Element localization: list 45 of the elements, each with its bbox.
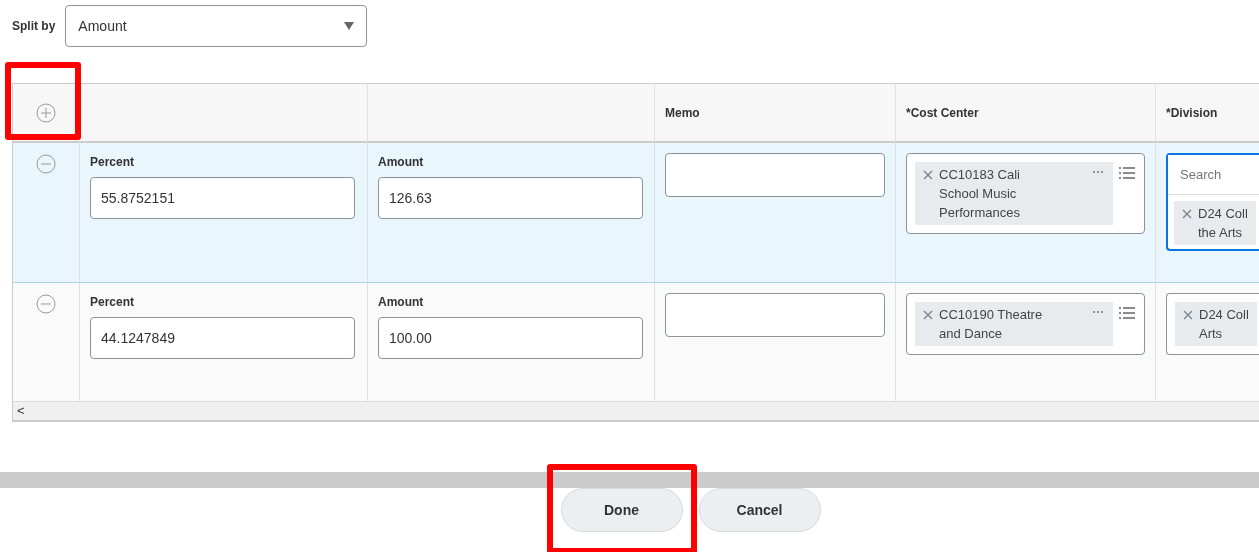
division-field[interactable]: D24 Coll Arts [1166, 293, 1259, 355]
list-icon[interactable] [1119, 166, 1135, 180]
remove-icon[interactable] [1183, 310, 1193, 320]
horizontal-scrollbar[interactable]: < [13, 402, 1259, 422]
split-by-dropdown[interactable]: Amount [65, 5, 368, 47]
column-header: *Cost Center [906, 104, 979, 122]
selected-value-chip[interactable]: D24 Coll Arts [1175, 302, 1257, 346]
chip-text: D24 Coll the Arts [1198, 205, 1248, 242]
percent-field[interactable]: 44.1247849 [90, 317, 355, 359]
percent-field[interactable]: 55.8752151 [90, 177, 355, 219]
column-header: *Division [1166, 104, 1218, 122]
field-label: Percent [90, 154, 136, 171]
memo-field[interactable] [665, 153, 885, 197]
split-by-label: Split by [12, 18, 56, 35]
chip-text: CC10183 Cali School Music Performances [939, 166, 1021, 222]
add-row-icon[interactable] [36, 102, 56, 123]
search-field[interactable]: Search [1168, 155, 1259, 195]
selected-value-chip[interactable]: D24 Coll the Arts [1174, 201, 1256, 245]
field-label: Amount [378, 294, 425, 311]
chip-text: CC10190 Theatre and Dance [939, 306, 1044, 343]
field-label: Amount [378, 154, 425, 171]
remove-icon[interactable] [923, 310, 933, 320]
memo-field[interactable] [665, 293, 885, 337]
amount-field[interactable]: 100.00 [378, 317, 643, 359]
column-header: Memo [665, 104, 700, 122]
selected-value-chip[interactable]: CC10183 Cali School Music Performances [915, 162, 1113, 225]
action-button[interactable]: Done [560, 488, 683, 532]
remove-icon[interactable] [923, 170, 933, 180]
cost-center-field[interactable]: CC10190 Theatre and Dance [906, 293, 1145, 355]
dropdown-arrow-icon [344, 22, 355, 30]
field-label: Percent [90, 294, 136, 311]
remove-row-icon[interactable] [36, 153, 56, 174]
remove-icon[interactable] [1182, 209, 1192, 219]
cost-center-field[interactable]: CC10183 Cali School Music Performances [906, 153, 1145, 234]
action-button[interactable]: Cancel [698, 488, 821, 532]
amount-field[interactable]: 126.63 [378, 177, 643, 219]
selected-value-chip[interactable]: CC10190 Theatre and Dance [915, 302, 1113, 346]
division-field[interactable]: Search D24 Coll the Arts [1166, 153, 1259, 251]
chip-text: D24 Coll Arts [1199, 306, 1249, 343]
list-icon[interactable] [1119, 306, 1135, 320]
split-by-value: Amount [78, 16, 127, 36]
remove-row-icon[interactable] [36, 293, 56, 314]
table-row[interactable]: Percent 44.1247849 Amount 100.00 CC10190 Theatre and Dance D24 Coll Arts [13, 283, 1259, 402]
table-row[interactable]: Percent 55.8752151 Amount 126.63 CC10183 Cali School Music Performances Search D24 Coll the Arts [13, 143, 1259, 283]
scroll-left-arrow[interactable]: < [17, 401, 25, 421]
